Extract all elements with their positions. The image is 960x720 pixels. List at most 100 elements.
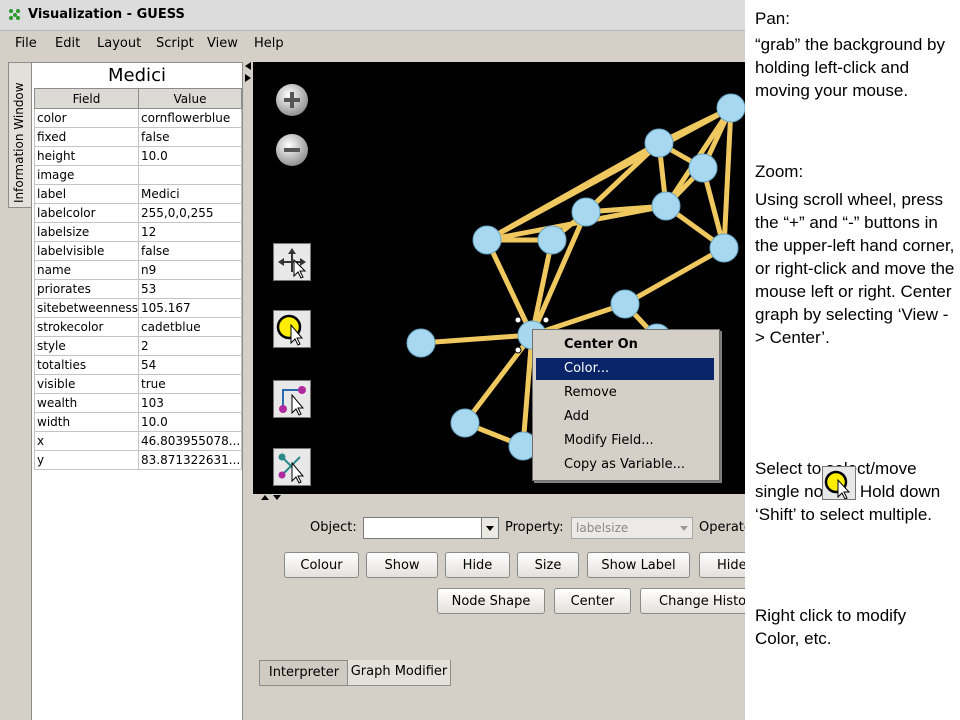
field-cell[interactable]: sitebetweenness: [34, 298, 139, 318]
node-edge-tool-button[interactable]: [273, 448, 311, 486]
graph-edge[interactable]: [721, 105, 734, 251]
node-shape-button[interactable]: Node Shape: [437, 588, 545, 614]
field-cell[interactable]: color: [34, 108, 139, 128]
field-cell[interactable]: visible: [34, 374, 139, 394]
value-cell[interactable]: 12: [138, 222, 242, 242]
hide-button[interactable]: Hide: [445, 552, 510, 578]
field-cell[interactable]: labelsize: [34, 222, 139, 242]
pan-tool-button[interactable]: [273, 243, 311, 281]
field-cell[interactable]: wealth: [34, 393, 139, 413]
center-button[interactable]: Center: [554, 588, 631, 614]
value-cell[interactable]: 2: [138, 336, 242, 356]
field-cell[interactable]: fixed: [34, 127, 139, 147]
vertical-splitter[interactable]: [243, 62, 253, 720]
table-row[interactable]: labelsize 12: [34, 222, 242, 242]
context-menu-item-copy-as-variable[interactable]: Copy as Variable...: [536, 454, 714, 476]
graph-node[interactable]: [716, 93, 745, 123]
value-cell[interactable]: 255,0,0,255: [138, 203, 242, 223]
graph-edge[interactable]: [418, 332, 535, 346]
field-cell[interactable]: priorates: [34, 279, 139, 299]
table-row[interactable]: color cornflowerblue: [34, 108, 242, 128]
table-row[interactable]: sitebetweenness 105.167: [34, 298, 242, 318]
graph-node[interactable]: [709, 233, 739, 263]
graph-node[interactable]: [406, 328, 436, 358]
graph-node[interactable]: [644, 128, 674, 158]
tab-interpreter[interactable]: Interpreter: [259, 660, 349, 686]
field-cell[interactable]: style: [34, 336, 139, 356]
value-cell[interactable]: false: [138, 127, 242, 147]
horizontal-splitter[interactable]: [253, 494, 745, 504]
graph-edge[interactable]: [622, 245, 727, 307]
table-row[interactable]: labelvisible false: [34, 241, 242, 261]
tab-graph-modifier[interactable]: Graph Modifier: [347, 660, 451, 686]
field-cell[interactable]: name: [34, 260, 139, 280]
menu-file[interactable]: File: [15, 36, 37, 51]
field-cell[interactable]: width: [34, 412, 139, 432]
table-row[interactable]: height 10.0: [34, 146, 242, 166]
graph-node[interactable]: [688, 153, 718, 183]
table-row[interactable]: visible true: [34, 374, 242, 394]
field-cell[interactable]: labelvisible: [34, 241, 139, 261]
value-cell[interactable]: 105.167: [138, 298, 242, 318]
value-cell[interactable]: 103: [138, 393, 242, 413]
field-cell[interactable]: height: [34, 146, 139, 166]
property-combo[interactable]: labelsize: [571, 517, 693, 539]
field-cell[interactable]: totalties: [34, 355, 139, 375]
change-history-button[interactable]: Change History: [640, 588, 745, 614]
graph-edge[interactable]: [462, 332, 535, 426]
value-cell[interactable]: 54: [138, 355, 242, 375]
table-row[interactable]: image: [34, 165, 242, 185]
table-row[interactable]: wealth 103: [34, 393, 242, 413]
graph-node[interactable]: [610, 289, 640, 319]
show-label-button[interactable]: Show Label: [587, 552, 690, 578]
menu-edit[interactable]: Edit: [55, 36, 80, 51]
field-cell[interactable]: x: [34, 431, 139, 451]
field-cell[interactable]: label: [34, 184, 139, 204]
select-tool-button[interactable]: [273, 310, 311, 348]
value-cell[interactable]: 46.803955078...: [138, 431, 242, 451]
graph-node[interactable]: [472, 225, 502, 255]
graph-node[interactable]: [571, 197, 601, 227]
table-row[interactable]: labelcolor 255,0,0,255: [34, 203, 242, 223]
value-cell[interactable]: 10.0: [138, 412, 242, 432]
show-button[interactable]: Show: [366, 552, 438, 578]
table-row[interactable]: y 83.871322631...: [34, 450, 242, 470]
value-cell[interactable]: 53: [138, 279, 242, 299]
value-cell[interactable]: 83.871322631...: [138, 450, 242, 470]
context-menu-item-modify-field[interactable]: Modify Field...: [536, 430, 714, 452]
value-cell[interactable]: [138, 165, 242, 185]
menu-script[interactable]: Script: [156, 36, 194, 51]
information-window-tab[interactable]: Information Window: [8, 62, 31, 208]
table-row[interactable]: x 46.803955078...: [34, 431, 242, 451]
field-cell[interactable]: image: [34, 165, 139, 185]
context-menu-item-color[interactable]: Color...: [536, 358, 714, 380]
graph-edge[interactable]: [520, 332, 535, 449]
table-row[interactable]: totalties 54: [34, 355, 242, 375]
hide-label-button[interactable]: Hide: [699, 552, 745, 578]
graph-node[interactable]: [537, 225, 567, 255]
size-button[interactable]: Size: [517, 552, 579, 578]
column-header-value[interactable]: Value: [138, 88, 242, 109]
field-cell[interactable]: labelcolor: [34, 203, 139, 223]
context-menu-item-remove[interactable]: Remove: [536, 382, 714, 404]
graph-node[interactable]: [651, 191, 681, 221]
table-row[interactable]: fixed false: [34, 127, 242, 147]
object-combo[interactable]: [363, 517, 499, 539]
table-row[interactable]: priorates 53: [34, 279, 242, 299]
value-cell[interactable]: 10.0: [138, 146, 242, 166]
graph-edge[interactable]: [484, 237, 535, 338]
menu-help[interactable]: Help: [254, 36, 284, 51]
field-cell[interactable]: y: [34, 450, 139, 470]
table-row[interactable]: width 10.0: [34, 412, 242, 432]
table-row[interactable]: style 2: [34, 336, 242, 356]
property-dropdown-arrow[interactable]: [676, 518, 692, 538]
zoom-in-button[interactable]: [275, 83, 309, 117]
context-menu-item-add[interactable]: Add: [536, 406, 714, 428]
column-header-field[interactable]: Field: [34, 88, 139, 109]
value-cell[interactable]: cornflowerblue: [138, 108, 242, 128]
table-row[interactable]: label Medici: [34, 184, 242, 204]
zoom-out-button[interactable]: [275, 133, 309, 167]
object-dropdown-arrow[interactable]: [481, 518, 498, 538]
value-cell[interactable]: false: [138, 241, 242, 261]
menu-layout[interactable]: Layout: [97, 36, 141, 51]
